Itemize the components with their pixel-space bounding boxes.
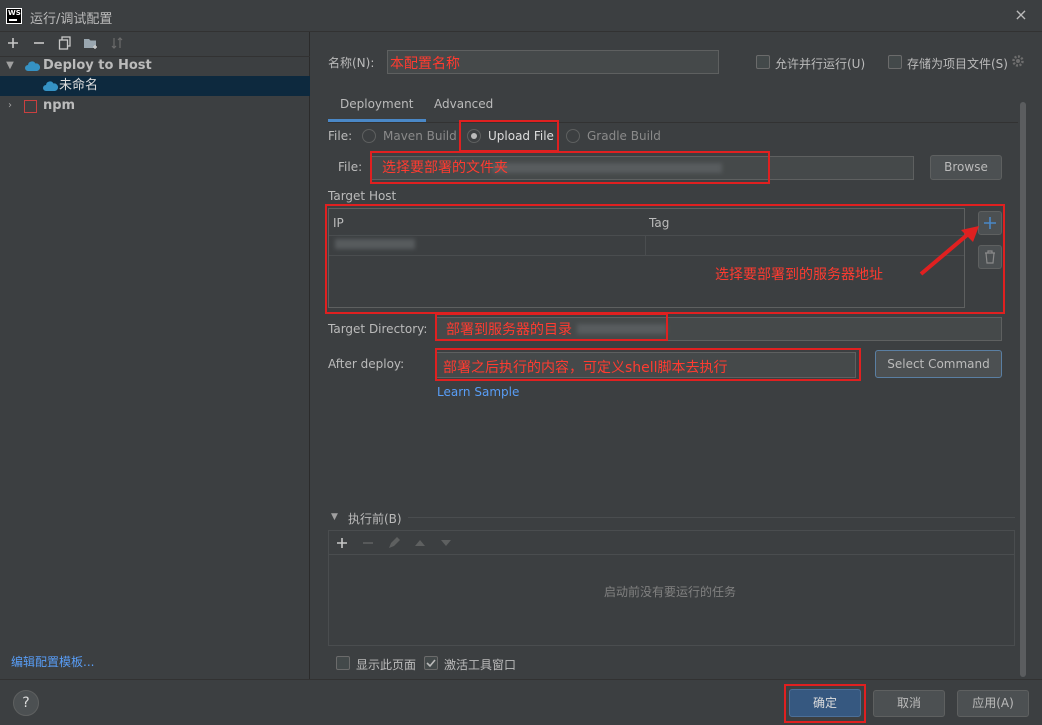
- activate-tool-window-label: 激活工具窗口: [444, 658, 517, 672]
- allow-parallel-label: 允许并行运行(U): [775, 57, 866, 71]
- select-command-button[interactable]: Select Command: [875, 350, 1002, 378]
- file-field-label: File:: [338, 160, 363, 174]
- name-input[interactable]: 本配置名称: [387, 50, 719, 74]
- tree-item-npm[interactable]: › npm: [0, 96, 310, 116]
- before-launch-label: 执行前(B): [348, 512, 402, 526]
- tree-item-label: npm: [43, 98, 76, 113]
- close-icon[interactable]: ×: [1012, 6, 1030, 24]
- learn-sample-link[interactable]: Learn Sample: [437, 385, 519, 399]
- allow-parallel-checkbox[interactable]: [756, 55, 770, 69]
- folder-add-icon[interactable]: [82, 36, 100, 54]
- tree-item-unnamed[interactable]: 未命名: [0, 76, 310, 96]
- before-launch-task-list: 启动前没有要运行的任务: [328, 530, 1015, 646]
- scrollbar-thumb[interactable]: [1020, 102, 1026, 677]
- activate-tool-window-checkbox[interactable]: [424, 656, 438, 670]
- show-page-label: 显示此页面: [356, 658, 417, 672]
- target-dir-annotation-box: 部署到服务器的目录: [435, 313, 668, 341]
- collapse-triangle-icon[interactable]: ▼: [331, 512, 338, 522]
- tab-label: Deployment: [340, 97, 414, 111]
- empty-task-message: 启动前没有要运行的任务: [604, 585, 737, 599]
- chevron-down-icon[interactable]: ▼: [4, 56, 16, 76]
- task-list-toolbar: [329, 531, 1014, 555]
- help-button[interactable]: ?: [13, 690, 39, 716]
- store-as-file-checkbox[interactable]: [888, 55, 902, 69]
- edit-task-icon[interactable]: [387, 536, 401, 553]
- annotation-arrow-icon: [919, 226, 979, 276]
- file-annotation-text: 选择要部署的文件夹: [382, 160, 508, 176]
- add-icon[interactable]: [4, 36, 22, 54]
- tree-item-label: 未命名: [59, 78, 99, 93]
- upload-file-label: Upload File: [488, 129, 554, 143]
- host-annotation-box: 选择要部署到的服务器地址: [325, 204, 1005, 314]
- webstorm-logo-icon: WS: [6, 8, 22, 24]
- maven-build-label: Maven Build: [383, 129, 457, 143]
- file-type-label: File:: [328, 129, 353, 143]
- config-form-panel: 名称(N): 本配置名称 允许并行运行(U) 存储为项目文件(S) Deploy…: [311, 32, 1042, 679]
- name-value: 本配置名称: [390, 56, 460, 72]
- tabs-divider: [328, 122, 1028, 123]
- section-divider: [408, 517, 1015, 518]
- tab-label: Advanced: [434, 97, 494, 111]
- title-bar: WS 运行/调试配置 ×: [0, 0, 1042, 32]
- tree-item-deploy-to-host[interactable]: ▼ Deploy to Host: [0, 56, 310, 76]
- host-annotation-text: 选择要部署到的服务器地址: [715, 267, 883, 283]
- tab-deployment[interactable]: Deployment: [328, 92, 426, 122]
- target-directory-label: Target Directory:: [328, 322, 428, 336]
- tree-item-label: Deploy to Host: [43, 58, 152, 73]
- target-host-label: Target Host: [328, 189, 397, 203]
- edit-templates-link[interactable]: 编辑配置模板...: [11, 653, 94, 670]
- cancel-button[interactable]: 取消: [873, 690, 945, 717]
- radio-gradle-build[interactable]: [566, 129, 580, 143]
- chevron-right-icon[interactable]: ›: [4, 96, 16, 116]
- move-up-icon[interactable]: [413, 537, 427, 552]
- gradle-build-label: Gradle Build: [587, 129, 661, 143]
- store-as-file-label: 存储为项目文件(S): [907, 57, 1008, 71]
- remove-icon[interactable]: [30, 36, 48, 54]
- deploy-cloud-icon: [42, 80, 59, 95]
- footer-divider: [0, 679, 1042, 680]
- deploy-cloud-icon: [24, 60, 41, 75]
- config-tree-panel: ▼ Deploy to Host 未命名 › npm 编辑配置模板...: [0, 32, 310, 679]
- tab-advanced[interactable]: Advanced: [426, 92, 506, 122]
- radio-maven-build[interactable]: [362, 129, 376, 143]
- move-down-icon[interactable]: [439, 537, 453, 552]
- after-deploy-annotation-box: 部署之后执行的内容，可定义shell脚本去执行: [435, 348, 861, 381]
- form-scrollbar[interactable]: [1018, 102, 1028, 677]
- apply-button[interactable]: 应用(A): [957, 690, 1029, 717]
- remove-task-icon[interactable]: [361, 536, 375, 553]
- after-deploy-annotation-text: 部署之后执行的内容，可定义shell脚本去执行: [443, 360, 728, 376]
- file-annotation-box: 选择要部署的文件夹: [370, 151, 770, 184]
- npm-icon: [24, 100, 37, 113]
- after-deploy-label: After deploy:: [328, 357, 405, 371]
- add-task-icon[interactable]: [335, 536, 349, 553]
- radio-upload-file[interactable]: [467, 129, 481, 143]
- browse-button[interactable]: Browse: [930, 155, 1002, 180]
- name-label: 名称(N):: [328, 56, 375, 70]
- sort-icon[interactable]: [108, 36, 126, 54]
- gear-icon[interactable]: [1011, 54, 1025, 71]
- ok-button[interactable]: 确定: [789, 689, 861, 717]
- copy-icon[interactable]: [56, 36, 74, 54]
- show-page-checkbox[interactable]: [336, 656, 350, 670]
- window-title: 运行/调试配置: [30, 12, 113, 27]
- target-dir-annotation-text: 部署到服务器的目录: [446, 322, 572, 338]
